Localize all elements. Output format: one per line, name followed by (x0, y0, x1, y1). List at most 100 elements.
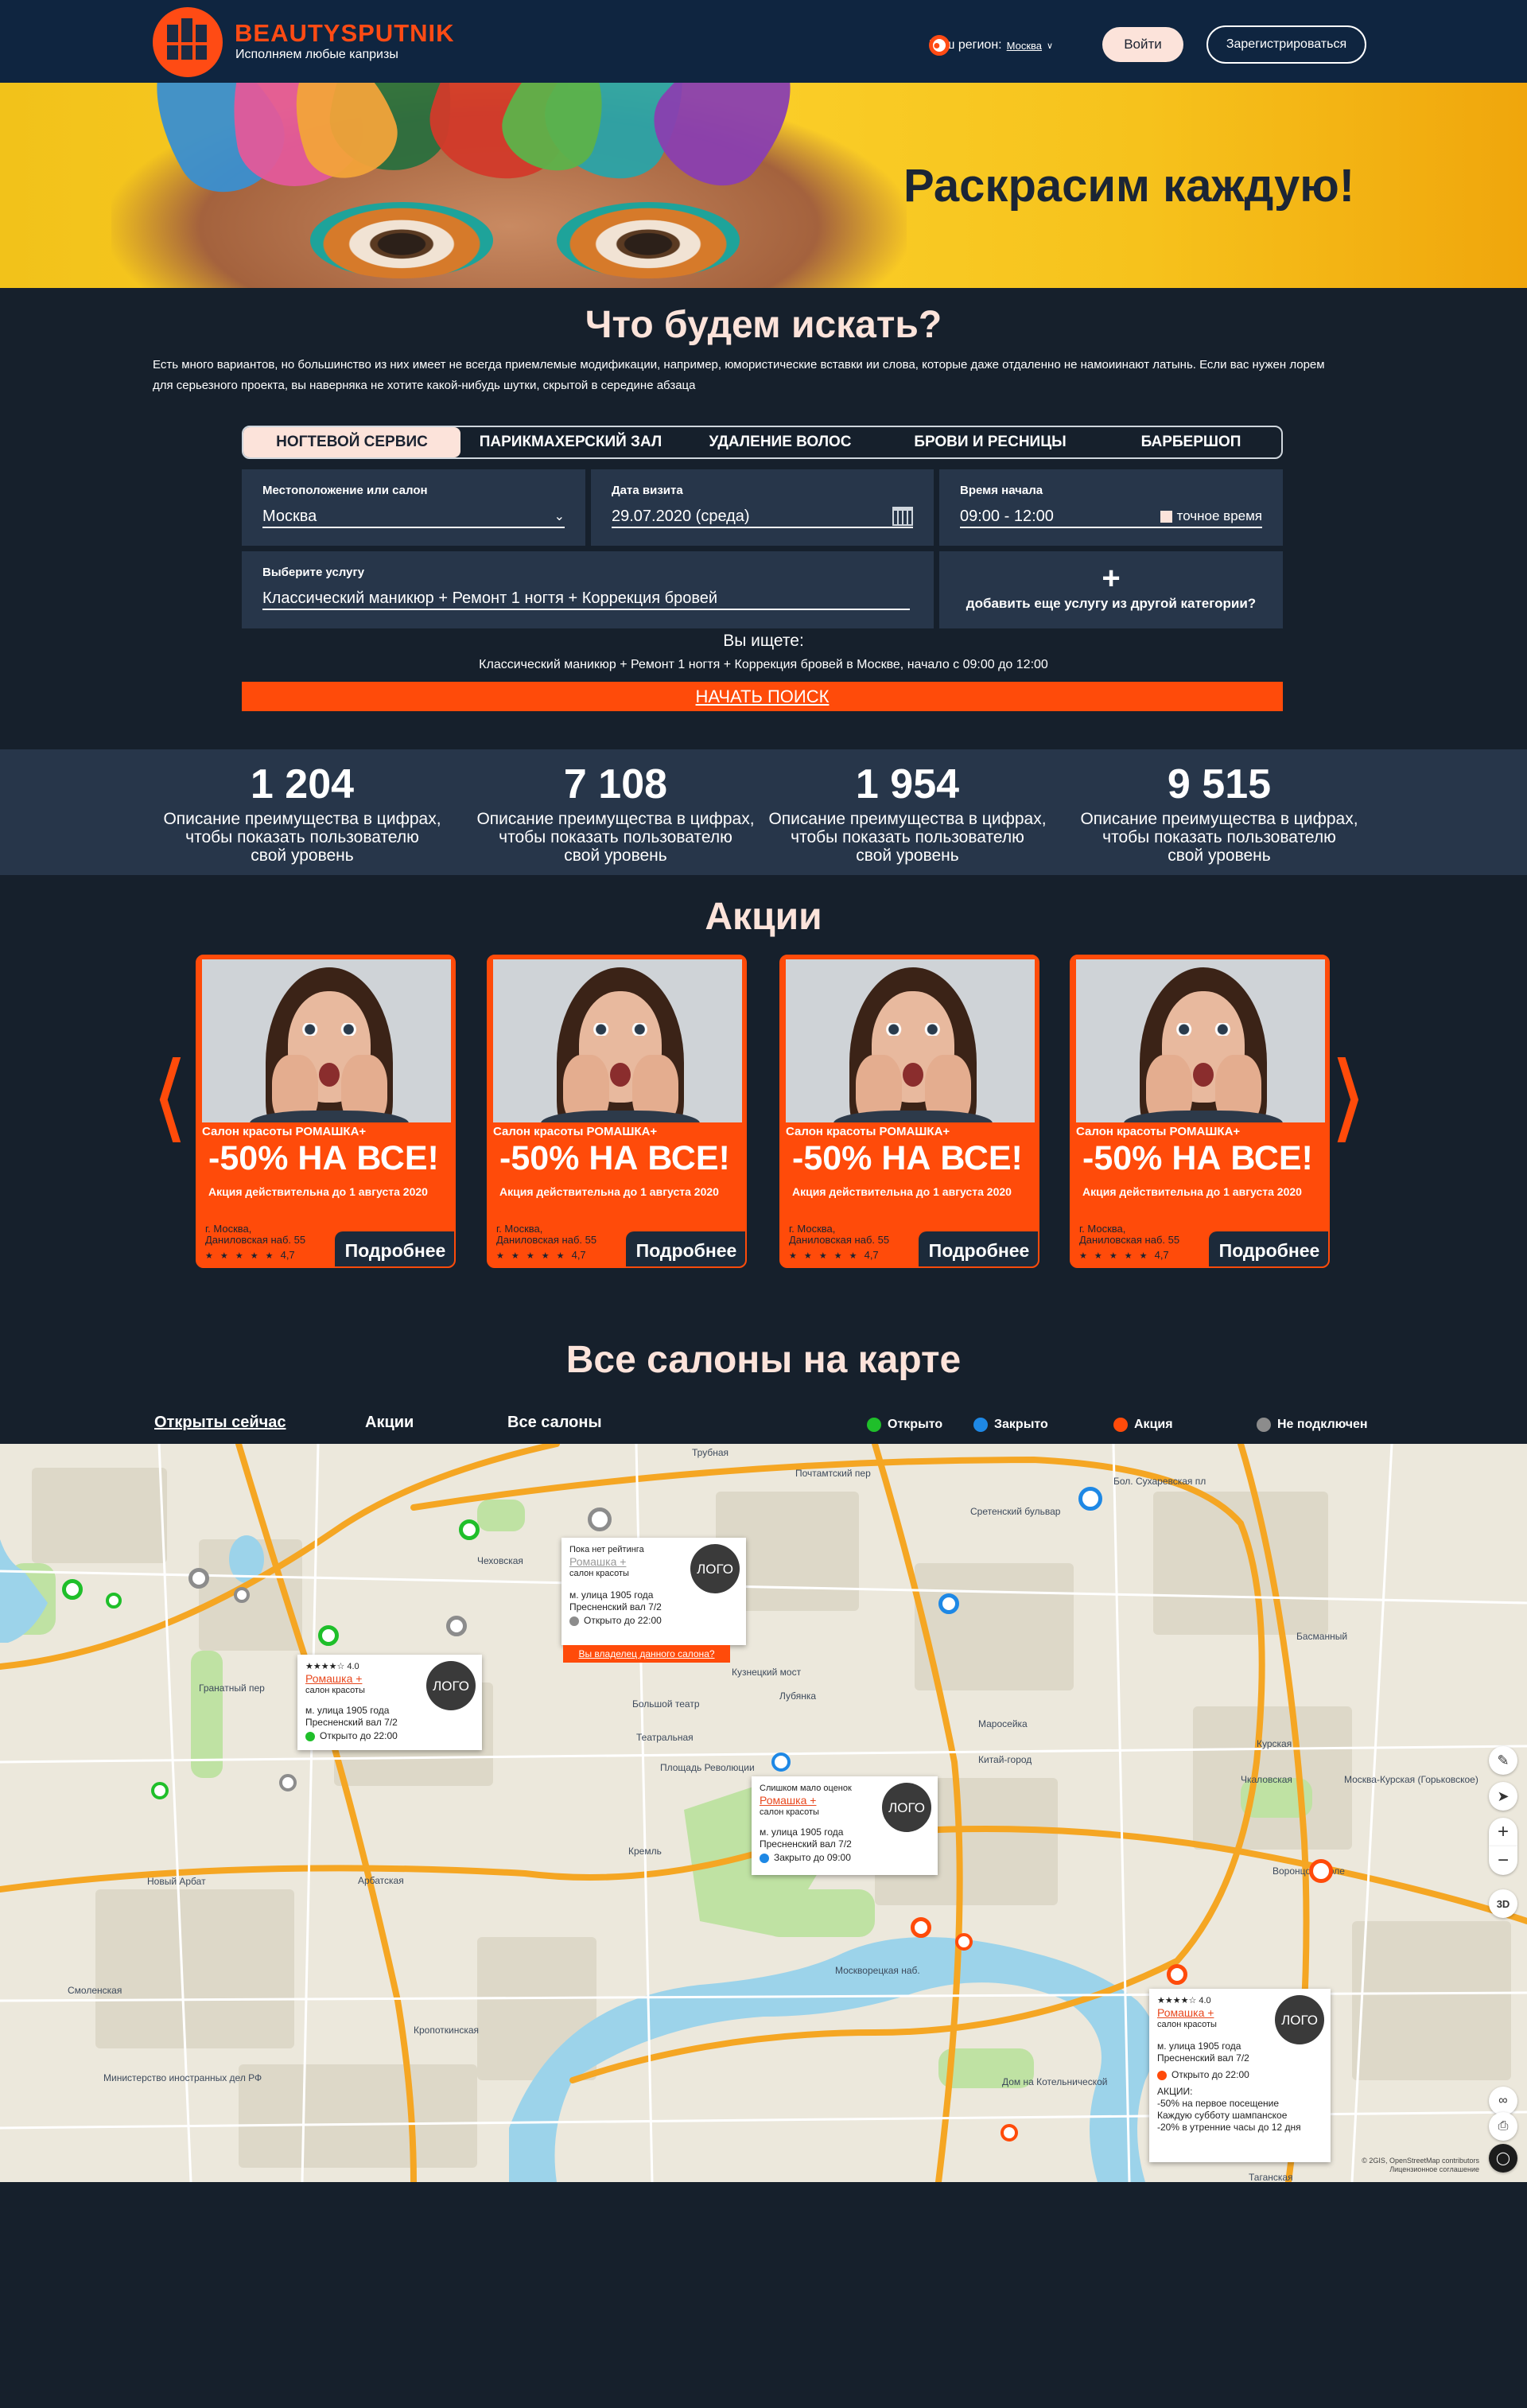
start-search-button[interactable]: НАЧАТЬ ПОИСК (242, 682, 1283, 711)
stat-desc-3: свой уровень (564, 846, 667, 865)
date-field[interactable]: Дата визита 29.07.2020 (среда) (591, 469, 934, 546)
salon-pin-not-connected[interactable] (234, 1587, 250, 1603)
calendar-icon[interactable] (892, 507, 913, 526)
stat-item: 9 515 Описание преимущества в цифрах, чт… (1068, 749, 1370, 865)
salon-pin-promo[interactable] (1167, 1964, 1187, 1985)
promo-city: г. Москва, (789, 1223, 836, 1235)
logo-icon[interactable] (153, 7, 223, 77)
map-place-label: Маросейка (978, 1718, 1028, 1729)
salon-pin-open[interactable] (318, 1625, 339, 1646)
popup-promo-line: -50% на первое посещение (1157, 2098, 1280, 2109)
location-select[interactable]: Москва ⌄ (262, 506, 565, 528)
location-label: Местоположение или салон (262, 484, 428, 497)
zoom-in-button[interactable]: + (1489, 1818, 1517, 1846)
salon-pin-open[interactable] (459, 1519, 480, 1540)
region-selector[interactable]: ● Ваш регион: Москва ∨ (929, 35, 1053, 56)
promo-more-button[interactable]: Подробнее (626, 1231, 745, 1266)
stat-desc-2: чтобы показать пользователю (791, 828, 1024, 846)
register-button[interactable]: Зарегистрироваться (1206, 25, 1366, 64)
time-field[interactable]: Время начала 09:00 - 12:00 точное время (939, 469, 1283, 546)
salon-pin-open[interactable] (151, 1782, 169, 1799)
salon-pin-not-connected[interactable] (588, 1507, 612, 1531)
salon-pin-not-connected[interactable] (279, 1774, 297, 1791)
salon-popup[interactable]: ★★★★☆ 4.0 Ромашка + салон красоты м. ули… (297, 1655, 482, 1750)
date-input[interactable]: 29.07.2020 (среда) (612, 506, 913, 528)
chevron-down-icon: ⌄ (554, 510, 565, 523)
promo-card[interactable]: Салон красоты РОМАШКА+ -50% НА ВСЕ! Акция … (487, 955, 747, 1268)
locate-icon[interactable]: ➤ (1489, 1782, 1517, 1811)
popup-status: Открыто до 22:00 (1171, 2069, 1249, 2080)
map-place-label: Новый Арбат (147, 1876, 206, 1887)
legend-dot-icon (867, 1418, 881, 1432)
map-title: Все салоны на карте (565, 1339, 962, 1381)
promo-more-button[interactable]: Подробнее (919, 1231, 1038, 1266)
salon-logo: ЛОГО (690, 1544, 740, 1593)
brand-name[interactable]: BEAUTYSPUTNIK (235, 19, 455, 48)
promo-more-button[interactable]: Подробнее (335, 1231, 454, 1266)
salon-pin-closed[interactable] (1078, 1487, 1102, 1511)
region-city[interactable]: Москва (1007, 40, 1042, 52)
promo-more-button[interactable]: Подробнее (1209, 1231, 1328, 1266)
promo-card[interactable]: Салон красоты РОМАШКА+ -50% НА ВСЕ! Акция … (779, 955, 1039, 1268)
filter-all-salons[interactable]: Все салоны (507, 1414, 602, 1432)
salon-popup[interactable]: Слишком мало оценок Ромашка + салон крас… (752, 1776, 938, 1875)
print-icon[interactable]: ⎙ (1489, 2112, 1517, 2141)
tab-brows-lashes[interactable]: БРОВИ И РЕСНИЦЫ (880, 427, 1101, 457)
license-link[interactable]: Лицензионное соглашение (1362, 2165, 1479, 2174)
share-icon[interactable]: ∞ (1489, 2087, 1517, 2115)
promo-discount: -50% НА ВСЕ! (792, 1139, 1023, 1177)
location-field[interactable]: Местоположение или салон Москва ⌄ (242, 469, 585, 546)
salon-pin-open[interactable] (62, 1579, 83, 1600)
star-icons: ★ ★ ★ ★ ★ (1079, 1251, 1150, 1261)
map-place-label: Министерство иностранных дел РФ (103, 2072, 262, 2083)
salon-pin-promo[interactable] (911, 1917, 931, 1938)
stat-desc-3: свой уровень (1168, 846, 1271, 865)
salon-pin-promo[interactable] (955, 1933, 973, 1951)
login-button[interactable]: Войти (1102, 27, 1183, 62)
chat-icon[interactable]: ◯ (1489, 2144, 1517, 2173)
popup-stars: ★★★★☆ (1157, 1996, 1197, 2005)
service-field[interactable]: Выберите услугу Классический маникюр + Р… (242, 551, 934, 628)
time-input[interactable]: 09:00 - 12:00 точное время (960, 506, 1262, 528)
salon-pin-not-connected[interactable] (446, 1616, 467, 1636)
star-icons: ★ ★ ★ ★ ★ (496, 1251, 567, 1261)
promo-validity: Акция действительна до 1 августа 2020 (499, 1185, 719, 1198)
salon-pin-closed[interactable] (938, 1593, 959, 1614)
owner-claim-button[interactable]: Вы владелец данного салона? (563, 1645, 730, 1663)
add-service-button[interactable]: + добавить еще услугу из другой категори… (939, 551, 1283, 628)
ruler-icon[interactable]: ✎ (1489, 1746, 1517, 1775)
promo-card[interactable]: Салон красоты РОМАШКА+ -50% НА ВСЕ! Акция … (1070, 955, 1330, 1268)
filter-open-now[interactable]: Открыты сейчас (154, 1414, 286, 1432)
promo-card[interactable]: Салон красоты РОМАШКА+ -50% НА ВСЕ! Акция … (196, 955, 456, 1268)
3d-toggle-button[interactable]: 3D (1489, 1889, 1517, 1918)
date-label: Дата визита (612, 484, 683, 497)
category-tabs: НОГТЕВОЙ СЕРВИС ПАРИКМАХЕРСКИЙ ЗАЛ УДАЛЕ… (242, 426, 1283, 459)
attribution-text: © 2GIS, OpenStreetMap contributors (1362, 2157, 1479, 2165)
salon-pin-promo[interactable] (1001, 2124, 1018, 2142)
stat-item: 7 108 Описание преимущества в цифрах, чт… (464, 749, 767, 865)
legend-dot-icon (1113, 1418, 1128, 1432)
status-dot-icon (1157, 2070, 1167, 2080)
search-summary: Классический маникюр + Ремонт 1 ногтя + … (479, 658, 1048, 671)
salons-map[interactable]: Трубная Почтамтский пер Сретенский бульвар… (0, 1444, 1527, 2182)
salon-pin-closed[interactable] (771, 1753, 791, 1772)
service-input[interactable]: Классический маникюр + Ремонт 1 ногтя + … (262, 588, 910, 610)
tab-barbershop[interactable]: БАРБЕРШОП (1101, 427, 1281, 457)
salon-popup[interactable]: Пока нет рейтинга Ромашка + салон красот… (561, 1538, 746, 1645)
map-place-label: Лубянка (779, 1690, 817, 1702)
zoom-out-button[interactable]: − (1489, 1846, 1517, 1875)
carousel-next-arrow-icon[interactable]: ⟩ (1330, 1050, 1367, 1146)
tab-hair-salon[interactable]: ПАРИКМАХЕРСКИЙ ЗАЛ (460, 427, 681, 457)
salon-pin-not-connected[interactable] (188, 1568, 209, 1589)
salon-pin-open[interactable] (106, 1593, 122, 1609)
exact-time-checkbox[interactable] (1160, 510, 1172, 523)
tab-hair-removal[interactable]: УДАЛЕНИЕ ВОЛОС (681, 427, 880, 457)
carousel-prev-arrow-icon[interactable]: ⟨ (151, 1050, 188, 1146)
promo-photo (202, 959, 451, 1122)
popup-stars: ★★★★☆ (305, 1662, 345, 1671)
salon-pin-promo[interactable] (1309, 1859, 1333, 1883)
salon-popup[interactable]: ★★★★☆ 4.0 Ромашка + салон красоты м. ули… (1149, 1989, 1331, 2162)
tab-nail-service[interactable]: НОГТЕВОЙ СЕРВИС (243, 427, 460, 457)
promo-rating: ★ ★ ★ ★ ★ 4,7 (205, 1249, 295, 1261)
filter-promos[interactable]: Акции (365, 1414, 414, 1432)
